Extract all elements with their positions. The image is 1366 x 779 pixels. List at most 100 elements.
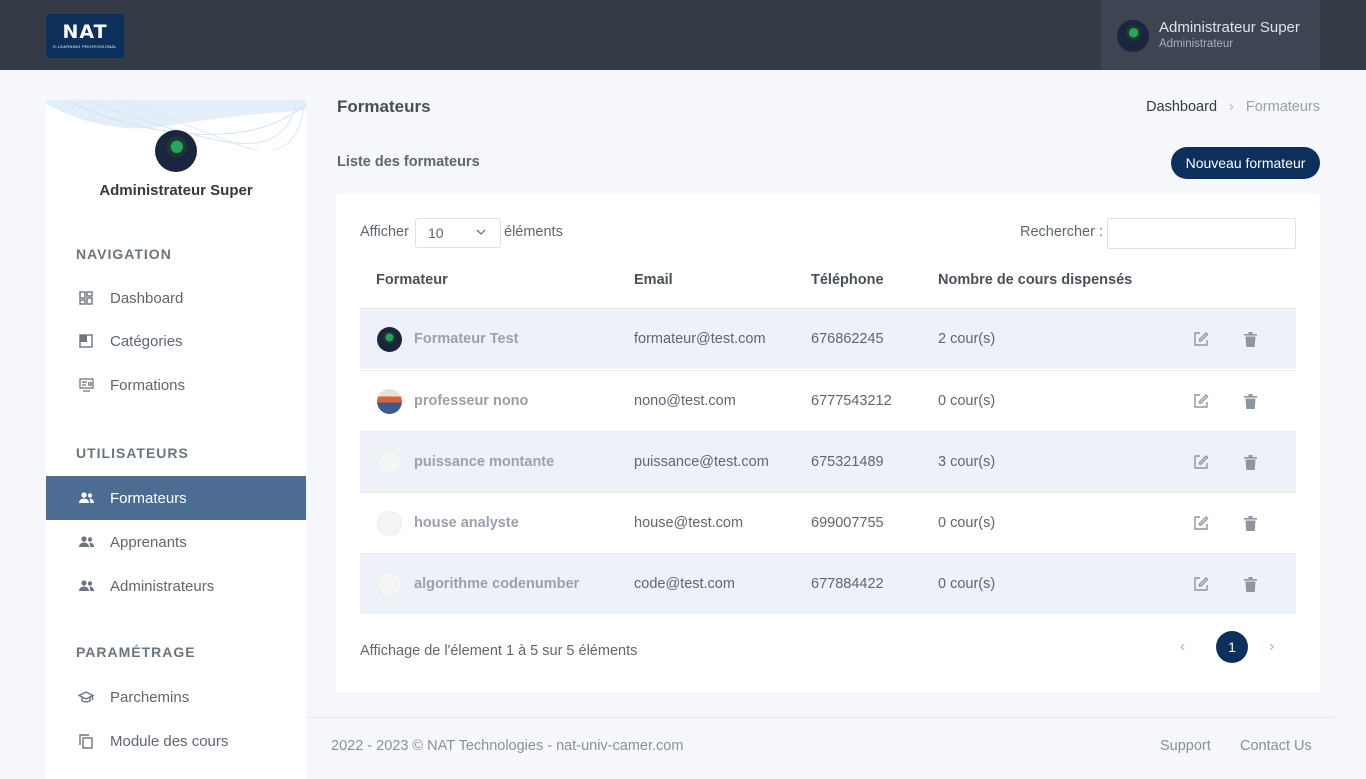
avatar [377, 450, 402, 475]
edit-icon[interactable] [1192, 329, 1210, 349]
table-info: Affichage de l'élement 1 à 5 sur 5 éléme… [360, 643, 638, 659]
chevron-down-icon [476, 226, 486, 238]
avatar [377, 572, 402, 597]
avatar [377, 327, 402, 352]
edit-icon[interactable] [1192, 574, 1210, 594]
sidebar: Administrateur Super NAVIGATION Dashboar… [46, 100, 306, 779]
table-row: house analyste house@test.com 699007755 … [360, 492, 1296, 553]
formateur-name[interactable]: house analyste [414, 515, 519, 531]
sidebar-item-label: Catégories [110, 332, 183, 350]
footer-divider [306, 717, 1335, 718]
trash-icon[interactable] [1241, 329, 1259, 349]
formateur-email: house@test.com [634, 515, 744, 531]
graduation-cap-icon [78, 689, 94, 705]
page-title: Formateurs [337, 97, 431, 116]
trash-icon[interactable] [1241, 452, 1259, 472]
column-header-formateur[interactable]: Formateur [376, 272, 448, 288]
table-row: professeur nono nono@test.com 6777543212… [360, 370, 1296, 431]
sidebar-item-administrateurs[interactable]: Administrateurs [46, 564, 306, 608]
formateurs-card: Afficher 10 éléments Rechercher : Format… [336, 194, 1320, 692]
users-icon [78, 534, 94, 550]
list-title: Liste des formateurs [337, 154, 480, 170]
footer-support-link[interactable]: Support [1160, 738, 1211, 754]
sidebar-item-formateurs[interactable]: Formateurs [46, 476, 306, 520]
formateur-courses: 0 cour(s) [938, 576, 996, 592]
formateur-email: nono@test.com [634, 393, 736, 409]
formateur-courses: 0 cour(s) [938, 393, 996, 409]
avatar [377, 389, 402, 414]
users-icon [78, 578, 94, 594]
trash-icon[interactable] [1241, 513, 1259, 533]
table-row: Formateur Test formateur@test.com 676862… [360, 308, 1296, 369]
edit-icon[interactable] [1192, 513, 1210, 533]
page-size-select[interactable]: 10 [415, 218, 501, 248]
search-input[interactable] [1107, 218, 1296, 249]
logo-text: NAT [62, 21, 108, 43]
user-name: Administrateur Super [1159, 19, 1300, 36]
formateur-name[interactable]: Formateur Test [414, 331, 518, 347]
formateur-email: code@test.com [634, 576, 735, 592]
footer-copyright: 2022 - 2023 © NAT Technologies - nat-uni… [331, 738, 684, 754]
formateur-name[interactable]: professeur nono [414, 393, 528, 409]
formateur-courses: 2 cour(s) [938, 331, 996, 347]
pagination-page-1[interactable]: 1 [1216, 631, 1248, 663]
sidebar-item-formations[interactable]: Formations [46, 363, 306, 407]
breadcrumb: Dashboard › Formateurs [1146, 99, 1320, 115]
section-title-utilisateurs: UTILISATEURS [76, 445, 189, 461]
pagination-prev-button[interactable]: ‹ [1180, 638, 1185, 656]
sidebar-item-label: Apprenants [110, 533, 187, 551]
user-role: Administrateur [1159, 38, 1234, 50]
formateur-phone: 677884422 [811, 576, 884, 592]
breadcrumb-current: Formateurs [1245, 99, 1320, 115]
formateur-phone: 675321489 [811, 454, 884, 470]
copy-icon [78, 733, 94, 749]
show-entries-label: Afficher [360, 224, 409, 240]
sidebar-item-parchemins[interactable]: Parchemins [46, 675, 306, 719]
formateur-name[interactable]: algorithme codenumber [414, 576, 579, 592]
section-title-navigation: NAVIGATION [76, 246, 172, 262]
edit-icon[interactable] [1192, 391, 1210, 411]
category-icon [78, 333, 94, 349]
formateur-courses: 0 cour(s) [938, 515, 996, 531]
user-avatar [1117, 20, 1149, 52]
column-header-email[interactable]: Email [634, 272, 673, 288]
formateur-name[interactable]: puissance montante [414, 454, 554, 470]
dashboard-icon [78, 290, 94, 306]
formateur-phone: 6777543212 [811, 393, 892, 409]
sidebar-item-apprenants[interactable]: Apprenants [46, 520, 306, 564]
table-row: puissance montante puissance@test.com 67… [360, 431, 1296, 492]
column-header-courses[interactable]: Nombre de cours dispensés [938, 272, 1132, 288]
trash-icon[interactable] [1241, 391, 1259, 411]
new-formateur-button[interactable]: Nouveau formateur [1171, 147, 1320, 179]
sidebar-item-label: Parchemins [110, 688, 190, 706]
section-title-parametrage: PARAMÉTRAGE [76, 644, 196, 660]
sidebar-item-label: Formateurs [110, 489, 187, 507]
edit-icon[interactable] [1192, 452, 1210, 472]
profile-avatar [155, 130, 197, 172]
sidebar-item-categories[interactable]: Catégories [46, 319, 306, 363]
user-menu[interactable]: Administrateur Super Administrateur [1101, 0, 1320, 70]
breadcrumb-dashboard[interactable]: Dashboard [1146, 99, 1217, 115]
pagination-next-button[interactable]: › [1269, 638, 1274, 656]
search-label: Rechercher : [1020, 224, 1104, 240]
app-logo[interactable]: NAT E-LEARNING PROFESSIONAL [46, 14, 124, 58]
sidebar-item-module-cours[interactable]: Module des cours [46, 719, 306, 763]
sidebar-item-label: Formations [110, 376, 186, 394]
footer-contact-link[interactable]: Contact Us [1240, 738, 1312, 754]
formateur-email: formateur@test.com [634, 331, 766, 347]
profile-name: Administrateur Super [99, 182, 253, 199]
top-bar: NAT E-LEARNING PROFESSIONAL Administrate… [0, 0, 1366, 70]
formateur-courses: 3 cour(s) [938, 454, 996, 470]
sidebar-item-label: Administrateurs [110, 577, 215, 595]
sidebar-item-label: Dashboard [110, 289, 184, 307]
sidebar-item-dashboard[interactable]: Dashboard [46, 276, 306, 320]
trash-icon[interactable] [1241, 574, 1259, 594]
breadcrumb-separator: › [1229, 99, 1234, 115]
formateur-email: puissance@test.com [634, 454, 769, 470]
sidebar-item-label: Module des cours [110, 732, 229, 750]
entries-label: éléments [504, 224, 563, 240]
avatar [377, 511, 402, 536]
formateur-phone: 676862245 [811, 331, 884, 347]
logo-subtext: E-LEARNING PROFESSIONAL [53, 44, 117, 49]
column-header-telephone[interactable]: Téléphone [811, 272, 884, 288]
